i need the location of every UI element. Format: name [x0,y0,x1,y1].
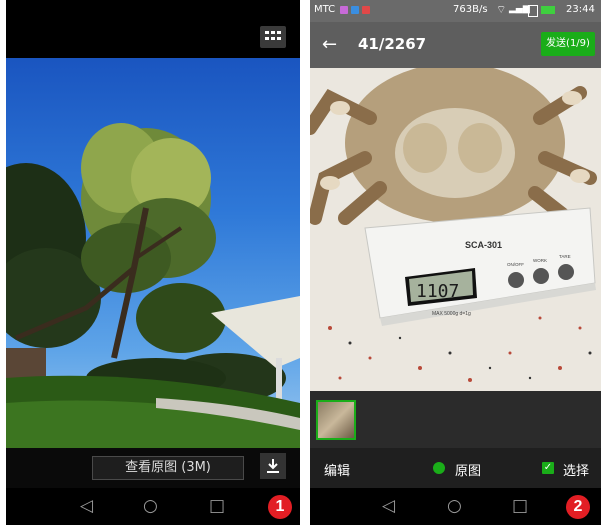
step-badge-1: 1 [268,495,292,519]
tree-photo-image [6,123,300,448]
selected-thumbnail[interactable] [316,400,356,440]
scale-model-label: SCA-301 [465,240,502,250]
signal-icon: ▂▄▆ [509,4,530,14]
bottom-toolbar: 查看原图 (3M) [6,448,300,488]
carrier-label: MTC [314,4,336,15]
status-bar: MTC 763B/s ⌔ ▂▄▆ 23:44 [310,0,601,22]
grid-menu-icon [265,31,281,40]
system-nav-bar-2: ◁ ○ □ 2 [310,488,601,525]
download-icon [267,459,279,473]
photo-counter: 41/2267 [358,35,427,53]
step-badge-2: 2 [566,495,590,519]
clock: 23:44 [566,4,595,15]
original-radio[interactable] [433,462,445,474]
send-button[interactable]: 发送(1/9) [541,32,595,56]
alert-icon [362,6,370,14]
crab-scale-photo: SCA-301 1107 ON/OFF WORK TARE MAX 5000g … [310,68,601,391]
crab-scale-image: SCA-301 1107 ON/OFF WORK TARE MAX 5000g … [310,68,601,391]
nav-back-icon[interactable]: ◁ [80,496,93,516]
scale-max-label: MAX 5000g d=1g [432,311,471,317]
notification-icon [340,6,348,14]
title-bar: ← 41/2267 发送(1/9) [310,22,601,68]
grid-menu-button[interactable] [260,26,286,48]
system-nav-bar: ◁ ○ □ 1 [6,488,300,525]
nav-back-icon-2[interactable]: ◁ [382,496,395,516]
scale-onoff-label: ON/OFF [507,262,524,267]
phone-1-screen: 查看原图 (3M) ◁ ○ □ 1 [6,0,300,525]
back-arrow-icon[interactable]: ← [322,34,337,55]
nav-home-icon[interactable]: ○ [143,496,158,516]
thumbnail-strip [310,391,601,448]
wifi-icon: ⌔ [496,3,507,16]
tree-photo [6,58,300,448]
view-original-button[interactable]: 查看原图 (3M) [92,456,244,480]
download-button[interactable] [260,453,286,479]
phone-2-screen: MTC 763B/s ⌔ ▂▄▆ 23:44 ← 41/2267 发送(1/9) [310,0,601,525]
bottom-toolbar-2: 编辑 原图 ✓ 选择 [310,448,601,488]
app-icon [351,6,359,14]
top-bar [6,0,300,58]
battery-icon [541,6,555,14]
scale-work-label: WORK [533,258,547,263]
network-speed: 763B/s [453,4,488,15]
nav-home-icon-2[interactable]: ○ [447,496,462,516]
scale-tare-label: TARE [559,254,571,259]
select-checkbox[interactable]: ✓ [542,462,554,474]
original-label[interactable]: 原图 [455,460,481,479]
sim-icon [528,5,538,17]
scale-display-value: 1107 [416,281,459,302]
select-label[interactable]: 选择 [563,460,589,479]
nav-recent-icon[interactable]: □ [209,496,225,516]
edit-button[interactable]: 编辑 [324,460,350,479]
nav-recent-icon-2[interactable]: □ [512,496,528,516]
